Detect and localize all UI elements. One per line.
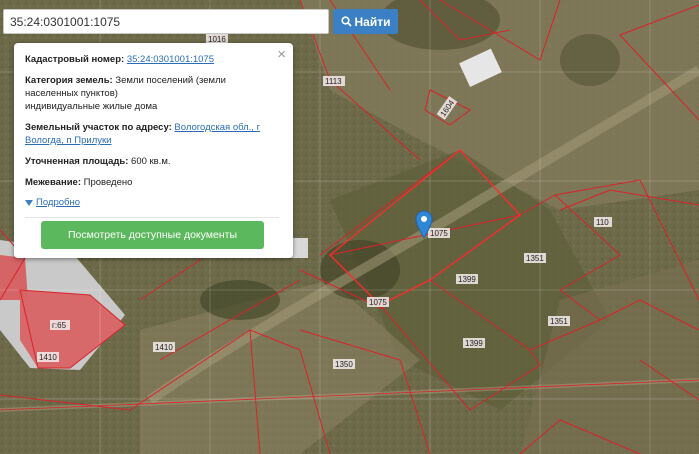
view-documents-button[interactable]: Посмотреть доступные документы <box>41 221 264 249</box>
parcel-label-1351-lower: 1351 <box>548 316 570 326</box>
parcel-label-110: 110 <box>594 217 612 227</box>
parcel-label-1113: 1113 <box>323 76 345 86</box>
svg-text:г:65: г:65 <box>52 321 67 330</box>
close-icon[interactable]: × <box>277 47 286 62</box>
address-link-line1[interactable]: Вологодская обл., г <box>174 122 260 133</box>
area-row: Уточненная площадь: 600 кв.м. <box>25 155 279 168</box>
details-label: Подробно <box>36 197 80 208</box>
area-value: 600 кв.м. <box>131 156 171 167</box>
svg-text:110: 110 <box>596 218 609 227</box>
parcel-label-1351-upper: 1351 <box>524 253 546 263</box>
cadastral-link[interactable]: 35:24:0301001:1075 <box>127 54 214 65</box>
svg-text:1350: 1350 <box>335 360 353 369</box>
survey-value: Проведено <box>83 177 133 188</box>
parcel-label-665: г:65 <box>50 320 70 330</box>
details-toggle[interactable]: Подробно <box>25 196 279 209</box>
parcel-label-1075-main: 1075 <box>428 228 450 238</box>
category-label: Категория земель: <box>25 75 113 86</box>
tree-clump <box>560 34 620 86</box>
category-value-line1: Земли поселений (земли <box>115 75 226 86</box>
svg-text:1075: 1075 <box>369 298 387 307</box>
parcel-label-1410-left: 1410 <box>37 352 59 362</box>
search-icon <box>340 16 352 27</box>
search-button-label: Найти <box>354 14 391 29</box>
svg-text:1075: 1075 <box>430 229 448 238</box>
address-label: Земельный участок по адресу: <box>25 122 172 133</box>
category-value-line3: индивидуальные жилые дома <box>25 101 158 112</box>
svg-text:1351: 1351 <box>526 254 544 263</box>
svg-text:1113: 1113 <box>325 77 342 86</box>
category-row: Категория земель: Земли поселений (земли… <box>25 74 279 113</box>
search-button[interactable]: Найти <box>333 9 398 34</box>
svg-text:1351: 1351 <box>550 317 568 326</box>
svg-text:1410: 1410 <box>39 353 57 362</box>
triangle-down-icon <box>25 199 33 206</box>
cadastral-row: Кадастровый номер: 35:24:0301001:1075 <box>25 53 279 66</box>
divider <box>25 217 279 218</box>
svg-text:1399: 1399 <box>465 339 483 348</box>
svg-text:1410: 1410 <box>155 343 173 352</box>
cadastral-label: Кадастровый номер: <box>25 54 125 65</box>
parcel-info-popup: × Кадастровый номер: 35:24:0301001:1075 … <box>14 43 293 258</box>
parcel-label-1399-lower: 1399 <box>463 338 485 348</box>
area-label: Уточненная площадь: <box>25 156 129 167</box>
address-row: Земельный участок по адресу: Вологодская… <box>25 121 279 147</box>
parcel-label-1410-right: 1410 <box>153 342 175 352</box>
parcel-label-1399-upper: 1399 <box>456 274 478 284</box>
address-link-line2[interactable]: Вологда, п Прилуки <box>25 135 111 146</box>
category-value-line2: населенных пунктов) <box>25 88 118 99</box>
search-input[interactable] <box>3 9 329 34</box>
svg-text:1399: 1399 <box>458 275 476 284</box>
parcel-label-1075-secondary: 1075 <box>367 297 389 307</box>
survey-row: Межевание: Проведено <box>25 176 279 189</box>
survey-label: Межевание: <box>25 177 81 188</box>
parcel-label-1350: 1350 <box>333 359 355 369</box>
